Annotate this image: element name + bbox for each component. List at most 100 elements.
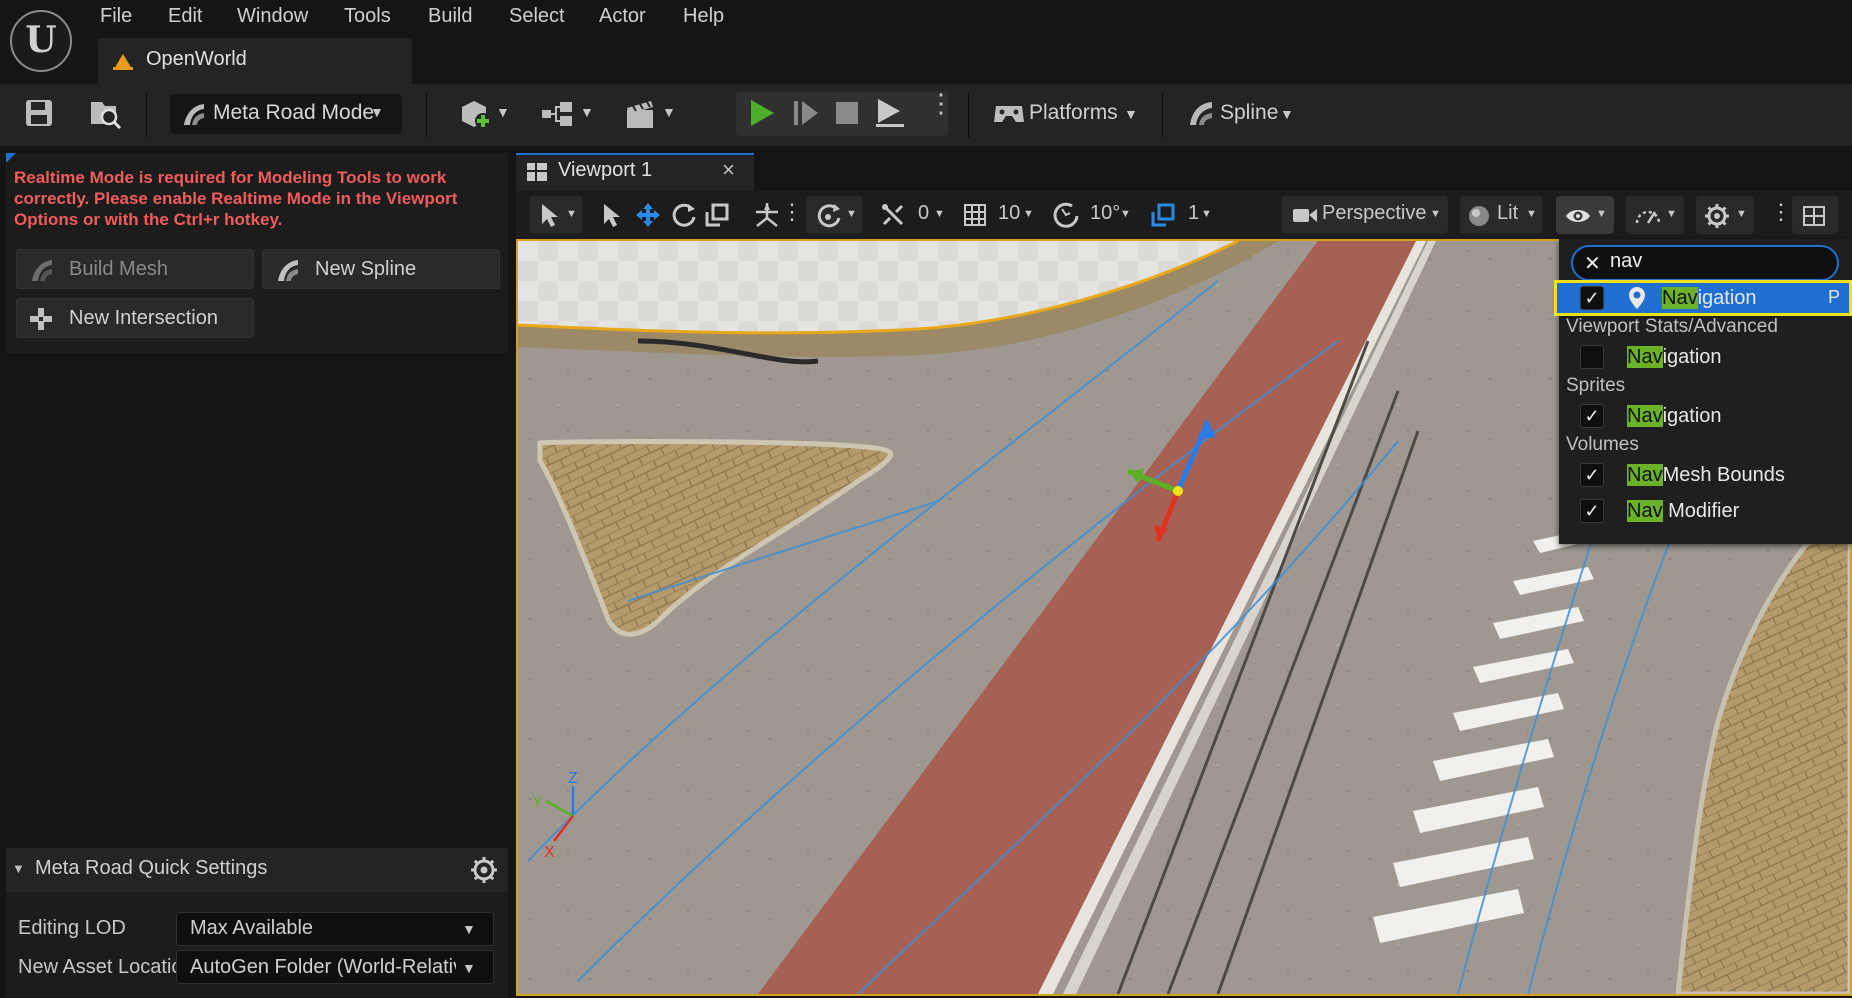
menu-item-label[interactable]: Navigation [1627, 346, 1722, 369]
search-text: nav [1610, 250, 1643, 272]
step-icon[interactable] [792, 98, 820, 128]
chevron-down-icon: ▼ [370, 104, 384, 120]
realtime-warning: Realtime Mode is required for Modeling T… [14, 168, 458, 229]
menu-select[interactable]: Select [509, 5, 565, 28]
translate-icon[interactable] [634, 201, 662, 229]
more-options-icon[interactable]: ⋮ [781, 201, 803, 223]
section-viewport-stats-advanced: Viewport Stats/Advanced [1566, 316, 1778, 337]
menu-item-label[interactable]: Nav Modifier [1627, 500, 1739, 523]
gear-icon [1705, 204, 1729, 228]
platforms-icon[interactable] [992, 100, 1026, 126]
chevron-down-icon: ▼ [1736, 208, 1747, 220]
translate-snap-value[interactable]: 0 [918, 202, 929, 225]
gear-icon[interactable] [470, 856, 498, 884]
rotate-snap-icon[interactable] [1052, 201, 1080, 229]
play-icon[interactable] [748, 98, 776, 128]
rotate-snap-value[interactable]: 10° [1090, 202, 1120, 225]
eject-icon[interactable] [874, 96, 906, 128]
section-volumes: Volumes [1566, 434, 1639, 455]
lit-label: Lit [1497, 202, 1519, 224]
world-local-icon[interactable] [752, 200, 782, 230]
chevron-down-icon[interactable]: ▼ [1280, 106, 1294, 122]
surface-snap-icon [817, 204, 841, 228]
mode-label: Meta Road Mode [213, 101, 375, 124]
menu-item-label[interactable]: NavMesh Bounds [1627, 464, 1785, 487]
editing-lod-value: Max Available [190, 917, 314, 939]
add-content-icon[interactable] [458, 97, 492, 131]
label-rest: igation [1662, 346, 1722, 368]
blueprints-icon[interactable] [540, 100, 574, 128]
navigation-checkbox[interactable]: ✓ [1580, 286, 1604, 310]
shortcut-label: P [1828, 287, 1841, 307]
translate-snap-icon[interactable] [880, 202, 906, 228]
chevron-down-icon[interactable]: ▼ [934, 208, 945, 220]
select-arrow-icon[interactable] [600, 202, 622, 228]
menu-item-label[interactable]: Navigation [1627, 405, 1722, 428]
new-asset-location-label: New Asset Locatic [18, 956, 176, 978]
menu-tools[interactable]: Tools [344, 5, 391, 28]
menu-build[interactable]: Build [428, 5, 472, 28]
eye-icon [1566, 210, 1590, 222]
spline-label[interactable]: Spline [1220, 101, 1278, 125]
road-mode-icon [32, 260, 52, 281]
build-mesh-label: Build Mesh [69, 258, 168, 280]
chevron-down-icon[interactable]: ▼ [1120, 208, 1131, 220]
level-icon [113, 54, 133, 70]
scale-snap-icon[interactable] [1150, 202, 1176, 228]
chevron-down-icon[interactable]: ▼ [1023, 208, 1034, 220]
new-intersection-label: New Intersection [69, 307, 218, 329]
content-browser-icon[interactable] [88, 98, 122, 130]
stop-icon[interactable] [834, 100, 860, 126]
intersection-icon [30, 308, 52, 330]
quick-settings-title: Meta Road Quick Settings [35, 857, 268, 879]
menu-edit[interactable]: Edit [168, 5, 202, 28]
navigation-stats-checkbox[interactable] [1580, 345, 1604, 369]
scale-snap-value[interactable]: 1 [1188, 202, 1199, 225]
section-sprites: Sprites [1566, 375, 1626, 396]
grid-snap-value[interactable]: 10 [998, 202, 1020, 225]
new-spline-label: New Spline [315, 258, 417, 280]
save-icon[interactable] [24, 98, 54, 128]
more-options-icon[interactable]: ⋮ [928, 90, 954, 116]
navmesh-bounds-checkbox[interactable]: ✓ [1580, 463, 1604, 487]
close-icon[interactable]: × [722, 157, 735, 183]
menu-window[interactable]: Window [237, 5, 308, 28]
performance-gauge-icon [1635, 210, 1661, 224]
chevron-down-icon[interactable]: ▼ [1201, 208, 1212, 220]
nav-modifier-checkbox[interactable]: ✓ [1580, 499, 1604, 523]
label-rest: Modifier [1662, 500, 1740, 522]
scale-icon[interactable] [704, 202, 730, 228]
menu-actor[interactable]: Actor [599, 5, 646, 28]
menu-file[interactable]: File [100, 5, 132, 28]
platforms-label[interactable]: Platforms [1029, 101, 1118, 125]
chevron-down-icon: ▼ [1666, 208, 1677, 220]
chevron-down-icon[interactable]: ▼ [496, 104, 510, 120]
collapse-arrow-icon[interactable]: ▼ [12, 861, 25, 876]
axis-y-label: Y [532, 794, 543, 811]
navigation-sprites-checkbox[interactable]: ✓ [1580, 404, 1604, 428]
menu-help[interactable]: Help [683, 5, 724, 28]
chevron-down-icon[interactable]: ▼ [1124, 106, 1138, 122]
search-match-highlight: Nav [1662, 287, 1698, 309]
project-name: OpenWorld [146, 48, 247, 70]
chevron-down-icon[interactable]: ▼ [662, 104, 676, 120]
select-mode-icon [542, 204, 558, 227]
rotate-icon[interactable] [670, 201, 698, 229]
viewport-tab-title: Viewport 1 [558, 159, 653, 181]
spline-icon [278, 260, 298, 281]
new-asset-location-value: AutoGen Folder (World-Relativ [190, 956, 456, 978]
panel-corner-marker [6, 153, 16, 163]
clear-search-icon[interactable]: ✕ [1584, 251, 1601, 276]
axis-z-label: Z [568, 770, 578, 787]
label-rest: Mesh Bounds [1662, 464, 1785, 486]
unreal-logo-icon[interactable]: U [10, 10, 72, 72]
grid-snap-icon[interactable] [962, 202, 988, 228]
chevron-down-icon: ▼ [1596, 208, 1607, 220]
separator [968, 92, 969, 138]
more-options-icon[interactable]: ⋮ [1770, 201, 1792, 223]
cinematics-icon[interactable] [624, 98, 658, 130]
spline-icon[interactable] [1186, 99, 1214, 127]
editing-lod-label: Editing LOD [18, 917, 126, 939]
chevron-down-icon[interactable]: ▼ [580, 104, 594, 120]
search-match-highlight: Nav [1627, 405, 1663, 427]
